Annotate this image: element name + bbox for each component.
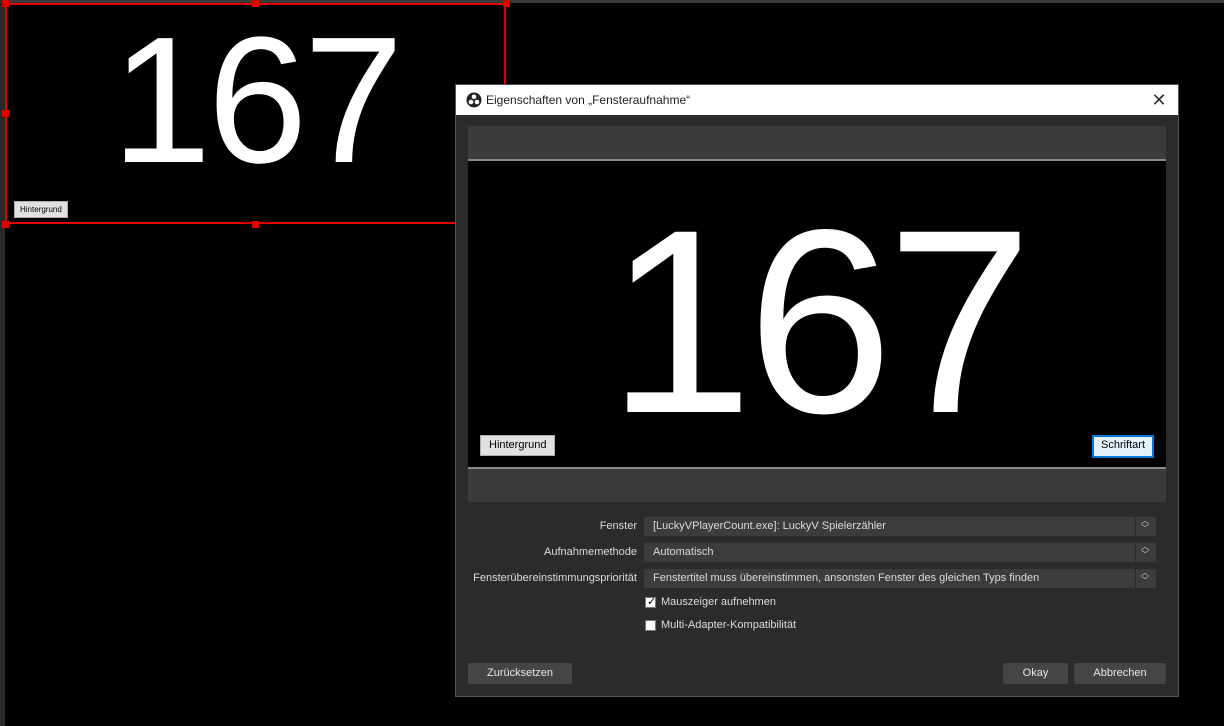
obs-logo-icon — [466, 92, 482, 108]
combo-separator — [1135, 517, 1136, 536]
preview-hintergrund-button: Hintergrund — [480, 435, 556, 456]
preview-counter-text: 167 — [607, 175, 1032, 468]
multi-adapter-checkbox[interactable] — [645, 620, 656, 631]
updown-arrows-icon[interactable]: ︿ ﹀ — [1138, 569, 1152, 588]
dialog-titlebar[interactable]: Eigenschaften von „Fensteraufnahme“ ✕ — [456, 85, 1178, 115]
mauszeiger-checkbox[interactable]: ✓ — [645, 596, 657, 608]
fenster-value: [LuckyVPlayerCount.exe]: LuckyV Spielerz… — [653, 520, 886, 532]
preview-schriftart-button: Schriftart — [1091, 435, 1154, 458]
prioritaet-label: Fensterübereinstimmungspriorität — [473, 572, 637, 584]
preview-top-bar — [468, 126, 1166, 161]
resize-handle-top-right[interactable] — [503, 0, 510, 7]
combo-separator — [1135, 543, 1136, 562]
aufnahmemethode-select[interactable]: Automatisch ︿ ﹀ — [644, 543, 1156, 562]
resize-handle-bottom-left[interactable] — [2, 221, 9, 228]
fenster-label: Fenster — [599, 520, 637, 532]
prioritaet-value: Fenstertitel muss übereinstimmen, ansons… — [653, 572, 1040, 584]
properties-dialog: Eigenschaften von „Fensteraufnahme“ ✕ 16… — [456, 85, 1178, 696]
resize-handle-top[interactable] — [252, 0, 259, 7]
dialog-preview: 167 Hintergrund Schriftart — [468, 161, 1166, 467]
aufnahmemethode-label: Aufnahmemethode — [544, 546, 637, 558]
preview-bottom-bar — [468, 467, 1166, 502]
mauszeiger-label[interactable]: Mauszeiger aufnehmen — [661, 596, 776, 608]
resize-handle-bottom[interactable] — [252, 221, 259, 228]
prioritaet-select[interactable]: Fenstertitel muss übereinstimmen, ansons… — [644, 569, 1156, 588]
updown-arrows-icon[interactable]: ︿ ﹀ — [1138, 543, 1152, 562]
fenster-select[interactable]: [LuckyVPlayerCount.exe]: LuckyV Spielerz… — [644, 517, 1156, 536]
close-icon[interactable]: ✕ — [1148, 89, 1170, 111]
aufnahmemethode-value: Automatisch — [653, 546, 714, 558]
ok-button[interactable]: Okay — [1003, 663, 1068, 684]
selection-rectangle[interactable] — [5, 3, 506, 224]
resize-handle-top-left[interactable] — [2, 0, 9, 7]
multi-adapter-label[interactable]: Multi-Adapter-Kompatibilität — [661, 619, 796, 631]
updown-arrows-icon[interactable]: ︿ ﹀ — [1138, 517, 1152, 536]
resize-handle-left[interactable] — [2, 110, 9, 117]
combo-separator — [1135, 569, 1136, 588]
dialog-title: Eigenschaften von „Fensteraufnahme“ — [486, 93, 691, 107]
checkmark-icon: ✓ — [647, 596, 657, 608]
reset-button[interactable]: Zurücksetzen — [468, 663, 572, 684]
cancel-button[interactable]: Abbrechen — [1074, 663, 1166, 684]
